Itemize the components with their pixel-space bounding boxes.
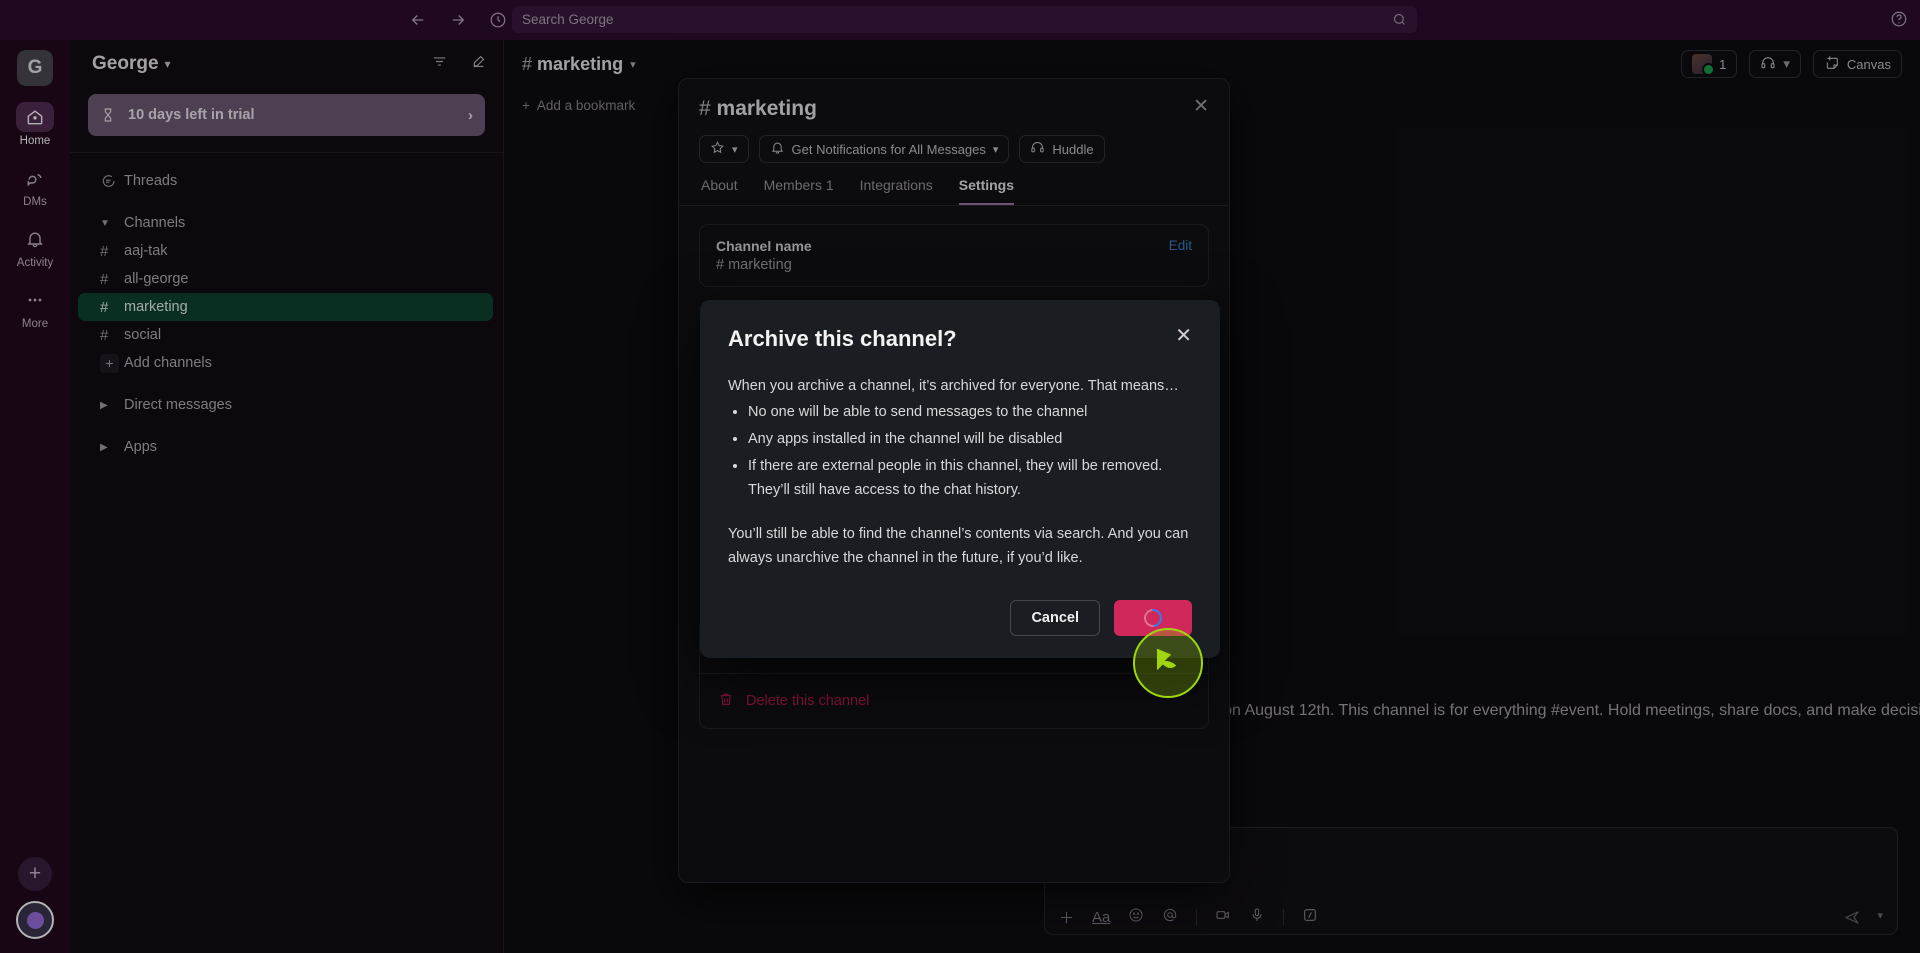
modal-header: Archive this channel? ✕: [728, 326, 1192, 352]
modal-footer: Cancel: [728, 600, 1192, 636]
slack-app-window: Search George G Home DMs Activity More +…: [0, 0, 1920, 953]
list-item: No one will be able to send messages to …: [748, 400, 1192, 424]
close-icon[interactable]: ✕: [1175, 326, 1192, 346]
list-item: Any apps installed in the channel will b…: [748, 427, 1192, 451]
cancel-button[interactable]: Cancel: [1010, 600, 1100, 636]
cursor-highlight: [1133, 628, 1203, 698]
modal-bullet-list: No one will be able to send messages to …: [748, 400, 1192, 502]
cursor-arrow-icon: [1157, 648, 1177, 671]
modal-closing-text: You’ll still be able to find the channel…: [728, 526, 1189, 566]
modal-title: Archive this channel?: [728, 326, 957, 351]
modal-body: When you archive a channel, it’s archive…: [728, 374, 1192, 570]
modal-intro: When you archive a channel, it’s archive…: [728, 378, 1179, 394]
spinner-icon: [1140, 605, 1166, 631]
archive-channel-modal: Archive this channel? ✕ When you archive…: [700, 300, 1220, 658]
list-item: If there are external people in this cha…: [748, 454, 1192, 502]
